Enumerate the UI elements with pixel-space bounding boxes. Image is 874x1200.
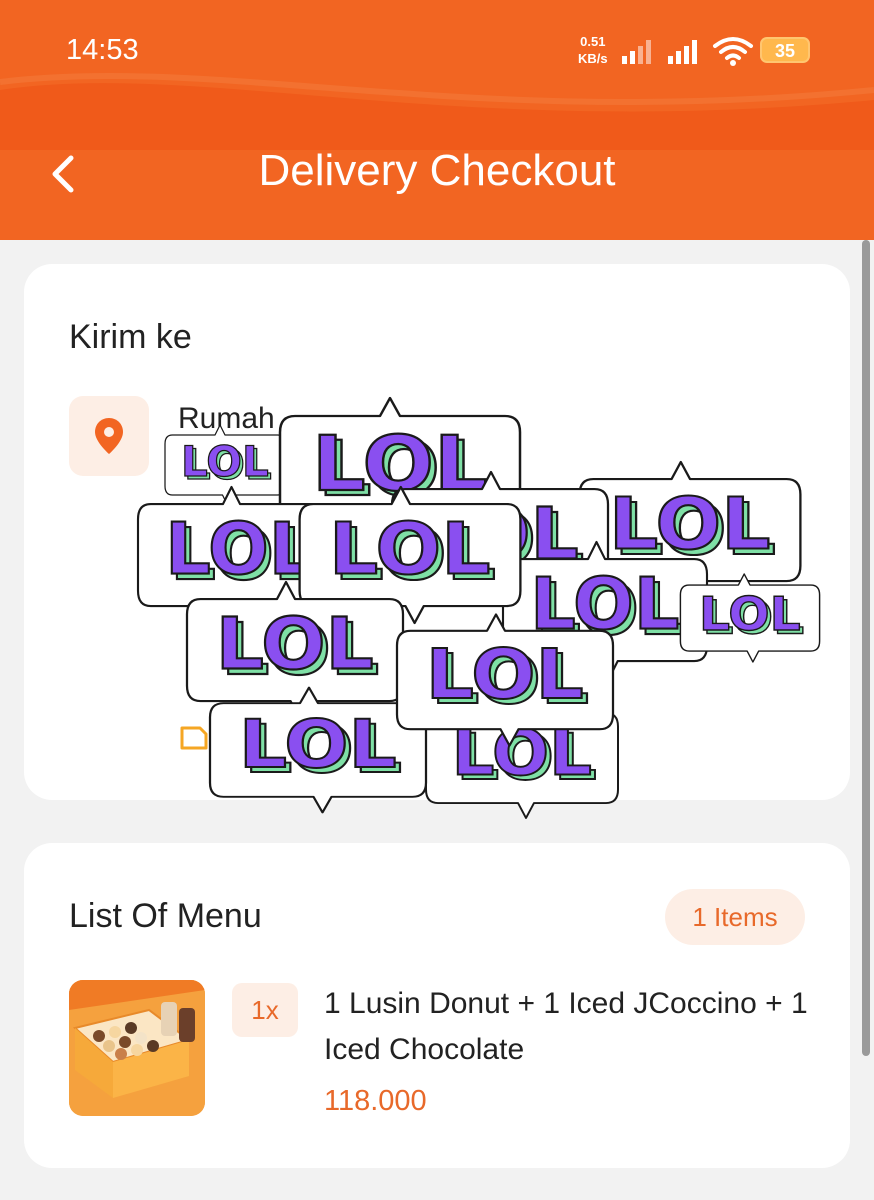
donut-box-image bbox=[69, 980, 205, 1116]
product-price: 118.000 bbox=[324, 1085, 427, 1117]
note-icon bbox=[180, 726, 208, 750]
items-count-badge: 1 Items bbox=[665, 889, 805, 945]
menu-section-title: List Of Menu bbox=[69, 897, 262, 935]
status-time: 14:53 bbox=[66, 34, 139, 66]
network-speed-value: 0.51 bbox=[580, 34, 606, 49]
delivery-address-card: Kirim ke Rumah bbox=[24, 264, 850, 800]
app-header: 14:53 0.51 KB/s 35 Delivery Checkout bbox=[0, 0, 874, 240]
status-bar: 14:53 0.51 KB/s 35 bbox=[0, 0, 874, 100]
wifi-icon bbox=[713, 37, 753, 66]
address-label[interactable]: Rumah bbox=[178, 402, 275, 436]
battery-indicator: 35 bbox=[760, 37, 810, 63]
product-name: 1 Lusin Donut + 1 Iced JCoccino + 1 Iced… bbox=[324, 987, 808, 1066]
page-title: Delivery Checkout bbox=[258, 146, 616, 195]
scrollbar[interactable] bbox=[862, 240, 870, 1056]
location-icon-box bbox=[69, 396, 149, 476]
signal-2-icon bbox=[668, 40, 697, 64]
product-image[interactable] bbox=[69, 980, 205, 1116]
map-pin-icon bbox=[95, 418, 123, 454]
address-section-title: Kirim ke bbox=[69, 318, 192, 356]
item-quantity-badge: 1x bbox=[232, 983, 298, 1037]
signal-1-icon bbox=[622, 40, 651, 64]
menu-list-card: List Of Menu 1 Items 1x 1 Lusin Donut + … bbox=[24, 843, 850, 1168]
network-speed: 0.51 KB/s bbox=[578, 33, 608, 67]
battery-level: 35 bbox=[774, 41, 796, 61]
network-speed-unit: KB/s bbox=[578, 51, 608, 66]
